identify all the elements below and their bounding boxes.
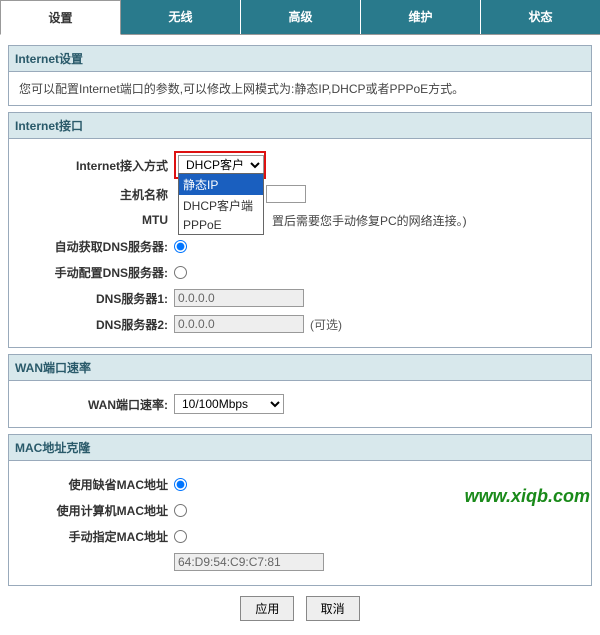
access-option-static[interactable]: 静态IP [179,174,263,195]
tab-status[interactable]: 状态 [481,0,600,34]
watermark: www.xiqb.com [465,486,590,507]
tab-maintenance[interactable]: 维护 [361,0,481,34]
apply-button[interactable]: 应用 [240,596,294,621]
autodns-label: 自动获取DNS服务器: [19,238,174,255]
dns2-optional: (可选) [310,316,342,333]
access-mode-label: Internet接入方式 [19,157,174,174]
dns1-label: DNS服务器1: [19,290,174,307]
tab-wireless[interactable]: 无线 [121,0,241,34]
wan-rate-select[interactable]: 10/100Mbps [174,394,284,414]
access-mode-highlight: DHCP客户端 静态IP DHCP客户端 PPPoE [174,151,266,179]
internet-settings-desc: 您可以配置Internet端口的参数,可以修改上网模式为:静态IP,DHCP或者… [19,80,581,97]
hostname-input[interactable] [266,185,306,203]
autodns-radio[interactable] [174,240,187,253]
section-internet-iface-title: Internet接口 [8,112,592,139]
section-wan-rate-title: WAN端口速率 [8,354,592,381]
mac-pc-radio[interactable] [174,504,187,517]
tab-settings[interactable]: 设置 [0,0,121,35]
dns2-input[interactable] [174,315,304,333]
access-mode-dropdown: 静态IP DHCP客户端 PPPoE [178,173,264,235]
manualdns-radio[interactable] [174,266,187,279]
mac-manual-radio[interactable] [174,530,187,543]
mac-address-input[interactable] [174,553,324,571]
mac-default-label: 使用缺省MAC地址 [19,476,174,493]
top-tabs: 设置 无线 高级 维护 状态 [0,0,600,35]
wan-rate-label: WAN端口速率: [19,396,174,413]
mtu-label: MTU [19,213,174,227]
tab-advanced[interactable]: 高级 [241,0,361,34]
mac-manual-label: 手动指定MAC地址 [19,528,174,545]
section-mac-clone-title: MAC地址克隆 [8,434,592,461]
access-option-dhcp[interactable]: DHCP客户端 [179,195,263,216]
manualdns-label: 手动配置DNS服务器: [19,264,174,281]
mtu-note: 置后需要您手动修复PC的网络连接。) [272,212,467,229]
hostname-label: 主机名称 [19,186,174,203]
dns1-input[interactable] [174,289,304,307]
cancel-button[interactable]: 取消 [306,596,360,621]
mac-pc-label: 使用计算机MAC地址 [19,502,174,519]
dns2-label: DNS服务器2: [19,316,174,333]
access-option-pppoe[interactable]: PPPoE [179,216,263,234]
section-internet-settings-title: Internet设置 [8,45,592,72]
access-mode-select[interactable]: DHCP客户端 [178,155,264,175]
mac-default-radio[interactable] [174,478,187,491]
